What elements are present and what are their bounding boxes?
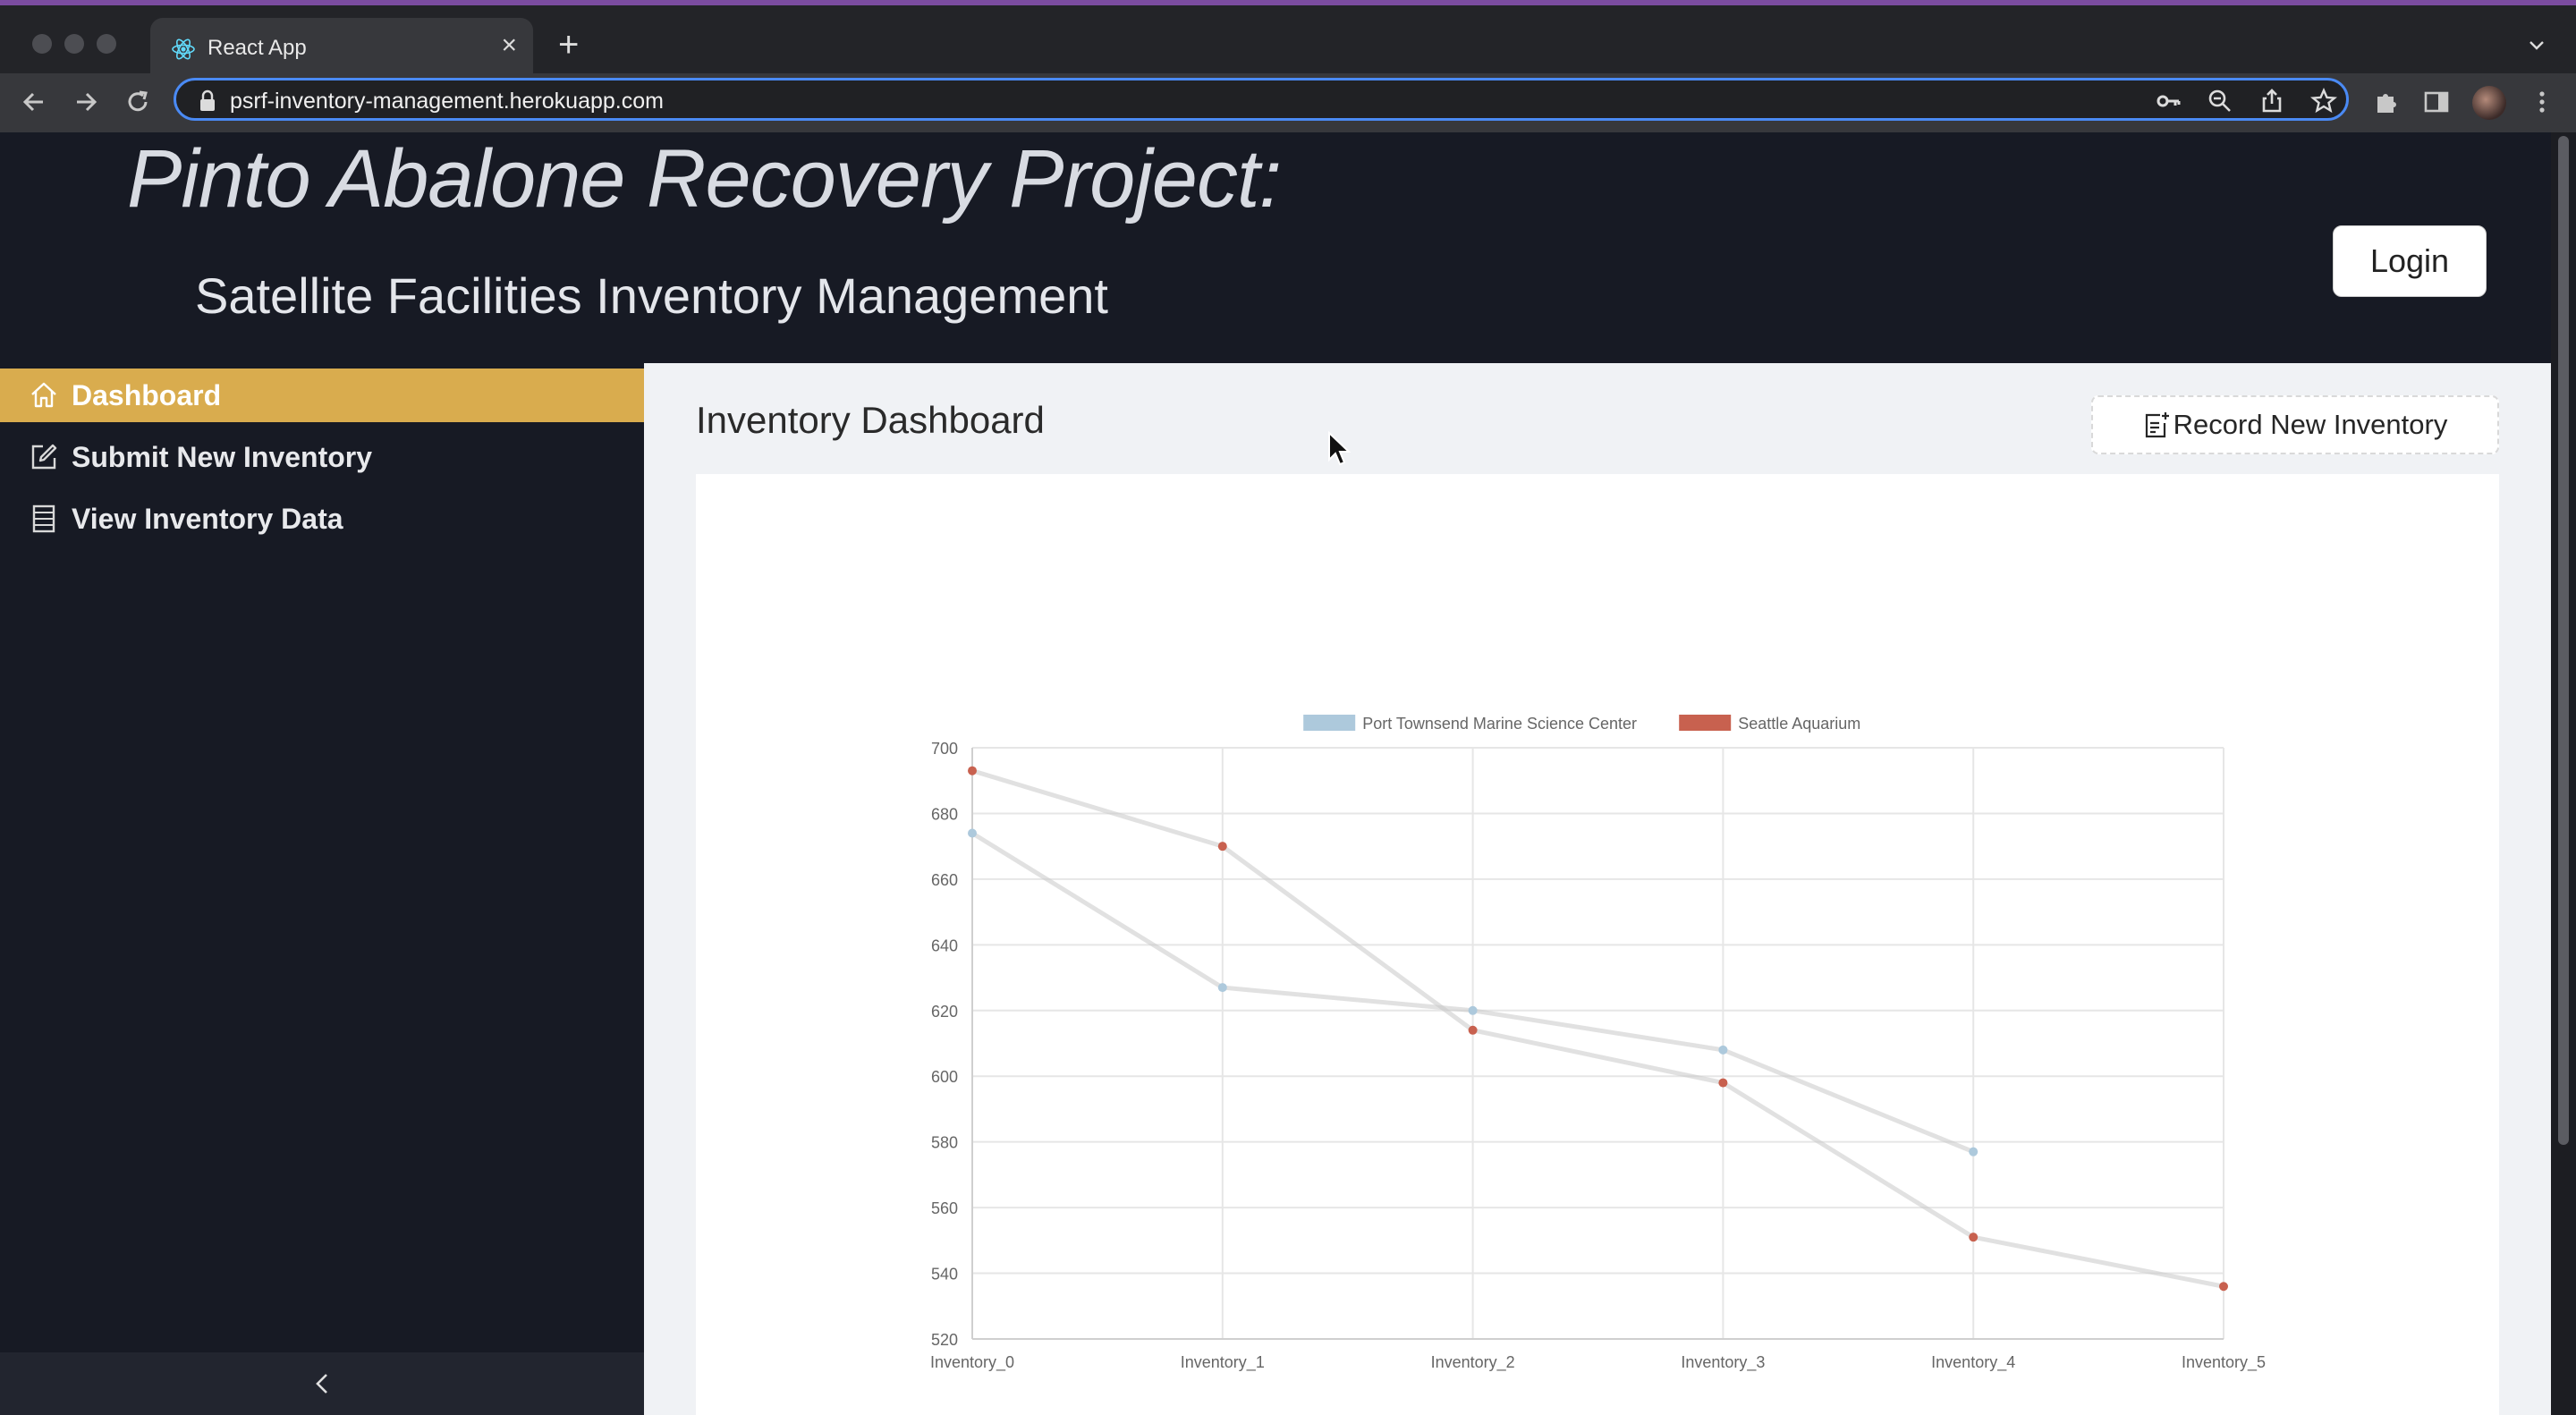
window-close-control[interactable]	[32, 34, 52, 54]
data-point	[1969, 1233, 1979, 1242]
y-tick-label: 700	[931, 740, 958, 758]
lock-icon[interactable]	[198, 89, 217, 113]
sidebar-item-label: Submit New Inventory	[72, 440, 373, 473]
browser-toolbar: psrf-inventory-management.herokuapp.com	[0, 73, 2576, 132]
sidebar-item-submit-new-inventory[interactable]: Submit New Inventory	[0, 430, 644, 484]
mouse-cursor-icon	[1328, 431, 1351, 466]
scrollbar-thumb[interactable]	[2558, 136, 2569, 1145]
x-tick-label: Inventory_0	[930, 1353, 1014, 1372]
tab-title: React App	[208, 36, 307, 60]
sidebar-item-label: View Inventory Data	[72, 502, 343, 535]
key-icon[interactable]	[2155, 88, 2182, 114]
record-new-inventory-button[interactable]: Record New Inventory	[2091, 395, 2499, 454]
kebab-menu-icon[interactable]	[2528, 88, 2556, 116]
chart-card: 700 680 660 640 620 600 580 560 540 520 Inventory_…	[696, 474, 2499, 1415]
y-tick-label: 520	[931, 1331, 958, 1349]
home-icon	[31, 382, 56, 408]
browser-tab[interactable]: React App ×	[150, 18, 533, 79]
page-scrollbar[interactable]	[2551, 132, 2576, 1415]
data-point	[1969, 1147, 1979, 1157]
sidebar-item-dashboard[interactable]: Dashboard	[0, 369, 644, 422]
data-point	[1468, 1005, 1478, 1015]
y-tick-label: 600	[931, 1068, 958, 1086]
record-add-icon	[2145, 412, 2169, 438]
sidebar-item-view-inventory-data[interactable]: View Inventory Data	[0, 492, 644, 546]
y-tick-label: 660	[931, 871, 958, 889]
y-tick-label: 560	[931, 1199, 958, 1217]
star-icon[interactable]	[2310, 88, 2337, 114]
app-header: Pinto Abalone Recovery Project: Satellit…	[0, 132, 2551, 363]
react-favicon	[172, 38, 195, 60]
chevron-down-icon[interactable]	[2526, 34, 2547, 55]
x-tick-label: Inventory_2	[1431, 1353, 1515, 1372]
y-tick-label: 580	[931, 1134, 958, 1152]
sidepanel-icon[interactable]	[2422, 88, 2451, 116]
y-tick-label: 540	[931, 1266, 958, 1284]
legend-swatch	[1303, 715, 1356, 731]
x-tick-label: Inventory_1	[1181, 1353, 1265, 1372]
x-tick-label: Inventory_4	[1931, 1353, 2015, 1372]
legend-label: Seattle Aquarium	[1738, 715, 1860, 733]
x-tick-label: Inventory_3	[1681, 1353, 1765, 1372]
y-tick-label: 620	[931, 1003, 958, 1021]
x-tick-label: Inventory_5	[2182, 1353, 2266, 1372]
url-text: psrf-inventory-management.herokuapp.com	[230, 89, 664, 114]
window-zoom-control[interactable]	[97, 34, 116, 54]
data-point	[1217, 842, 1227, 852]
legend-swatch	[1679, 715, 1732, 731]
browser-tab-strip: React App × +	[0, 5, 2576, 79]
back-arrow-icon[interactable]	[18, 86, 50, 118]
forward-arrow-icon[interactable]	[70, 86, 102, 118]
profile-avatar[interactable]	[2472, 86, 2506, 120]
page-title: Inventory Dashboard	[696, 399, 1045, 441]
chevron-left-icon	[316, 1374, 327, 1394]
zoom-icon[interactable]	[2207, 88, 2233, 114]
sidebar-collapse-button[interactable]	[0, 1352, 644, 1415]
puzzle-icon[interactable]	[2372, 88, 2401, 116]
data-point	[2219, 1282, 2228, 1292]
data-point	[1468, 1025, 1478, 1035]
data-point	[1217, 983, 1227, 993]
sidebar-item-label: Dashboard	[72, 378, 222, 411]
data-point	[968, 828, 977, 838]
data-point	[1718, 1045, 1728, 1055]
data-point	[1718, 1078, 1728, 1088]
inventory-line-chart: 700 680 660 640 620 600 580 560 540 520 Inventory_…	[930, 715, 2266, 1372]
list-icon	[32, 504, 55, 533]
app-subtitle: Satellite Facilities Inventory Managemen…	[195, 267, 1108, 324]
y-tick-label: 680	[931, 805, 958, 823]
data-point	[968, 766, 977, 775]
close-icon[interactable]: ×	[501, 32, 517, 59]
brand-title: Pinto Abalone Recovery Project:	[127, 133, 1282, 225]
login-button[interactable]: Login	[2333, 225, 2487, 297]
plus-icon[interactable]: +	[558, 27, 579, 63]
share-icon[interactable]	[2258, 88, 2285, 114]
main-content: Inventory Dashboard Record New Inventory…	[644, 363, 2551, 1415]
y-tick-label: 640	[931, 936, 958, 954]
window-minimize-control[interactable]	[64, 34, 84, 54]
legend-label: Port Townsend Marine Science Center	[1362, 715, 1637, 733]
record-button-label: Record New Inventory	[2173, 409, 2448, 440]
edit-icon	[31, 444, 57, 470]
reload-icon[interactable]	[122, 86, 154, 118]
sidebar: Dashboard Submit New Inventory View Inve…	[0, 363, 644, 1415]
address-bar[interactable]: psrf-inventory-management.herokuapp.com	[174, 78, 2349, 121]
